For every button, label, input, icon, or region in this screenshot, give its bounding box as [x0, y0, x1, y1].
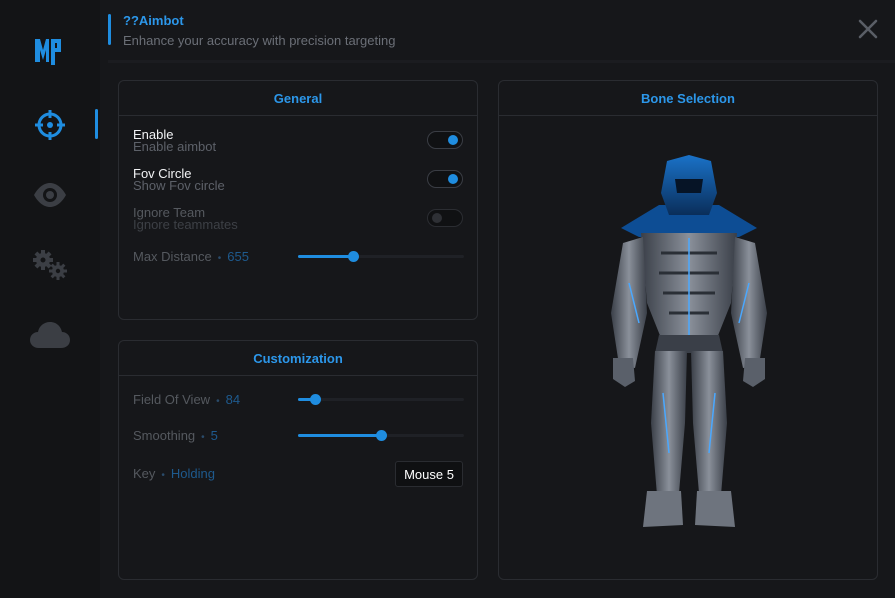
- close-button[interactable]: [857, 18, 879, 40]
- fov-circle-description: Show Fov circle: [133, 178, 225, 193]
- app-logo: [30, 34, 66, 70]
- field-of-view-slider[interactable]: [298, 394, 464, 405]
- fov-circle-row: Fov Circle Show Fov circle: [133, 166, 463, 196]
- smoothing-label: Smoothing: [133, 428, 196, 443]
- sidebar-item-aimbot[interactable]: [0, 103, 100, 147]
- sidebar-item-cloud[interactable]: [0, 313, 100, 357]
- smoothing-row: Smoothing • 5: [133, 428, 464, 444]
- gears-icon: [33, 250, 67, 280]
- page-title: ??Aimbot: [123, 13, 184, 28]
- ignore-team-row: Ignore Team Ignore teammates: [133, 205, 463, 235]
- bone-selection-panel: Bone Selection: [498, 80, 878, 580]
- eye-icon: [34, 183, 66, 207]
- key-bind-button[interactable]: Mouse 5: [395, 461, 463, 487]
- field-of-view-row: Field Of View • 84: [133, 392, 464, 408]
- max-distance-value: 655: [227, 249, 249, 264]
- active-indicator: [95, 109, 98, 139]
- slider-thumb[interactable]: [309, 394, 321, 405]
- character-model: [599, 153, 779, 533]
- cloud-icon: [30, 322, 70, 348]
- key-row: Key • Holding: [133, 466, 333, 482]
- max-distance-row: Max Distance • 655: [133, 249, 464, 265]
- general-panel: General Enable Enable aimbot Fov Circle …: [118, 80, 478, 320]
- app-window: ??Aimbot Enhance your accuracy with prec…: [0, 0, 895, 598]
- smoothing-value: 5: [210, 428, 218, 443]
- customization-panel: Customization Field Of View • 84 Smoothing…: [118, 340, 478, 580]
- max-distance-label-group: Max Distance • 655: [133, 249, 249, 264]
- ignore-team-description: Ignore teammates: [133, 217, 238, 232]
- smoothing-label-group: Smoothing • 5: [133, 428, 218, 443]
- customization-panel-title: Customization: [119, 341, 477, 376]
- bone-selection-title: Bone Selection: [499, 81, 877, 116]
- fov-circle-toggle[interactable]: [427, 170, 463, 188]
- sidebar: [0, 0, 100, 598]
- armored-character-image: [611, 155, 767, 527]
- enable-description: Enable aimbot: [133, 139, 217, 154]
- slider-thumb[interactable]: [347, 251, 359, 262]
- ignore-team-toggle[interactable]: [427, 209, 463, 227]
- sidebar-item-settings[interactable]: [0, 243, 100, 287]
- mp-logo-icon: [35, 39, 61, 65]
- page-header: ??Aimbot Enhance your accuracy with prec…: [108, 10, 895, 62]
- sidebar-item-visuals[interactable]: [0, 173, 100, 217]
- close-icon: [858, 19, 878, 39]
- general-panel-title: General: [119, 81, 477, 116]
- enable-toggle[interactable]: [427, 131, 463, 149]
- smoothing-slider[interactable]: [298, 430, 464, 441]
- max-distance-slider[interactable]: [298, 251, 464, 262]
- header-accent-bar: [108, 14, 111, 45]
- max-distance-label: Max Distance: [133, 249, 212, 264]
- enable-row: Enable Enable aimbot: [133, 127, 463, 157]
- field-of-view-label: Field Of View: [133, 392, 211, 407]
- field-of-view-value: 84: [225, 392, 241, 407]
- key-mode-value[interactable]: Holding: [171, 466, 215, 481]
- key-label: Key: [133, 466, 156, 481]
- header-divider: [108, 60, 895, 63]
- key-label-group: Key • Holding: [133, 466, 216, 481]
- field-of-view-label-group: Field Of View • 84: [133, 392, 241, 407]
- crosshair-icon: [35, 110, 65, 140]
- page-subtitle: Enhance your accuracy with precision tar…: [123, 33, 396, 48]
- slider-thumb[interactable]: [376, 430, 387, 441]
